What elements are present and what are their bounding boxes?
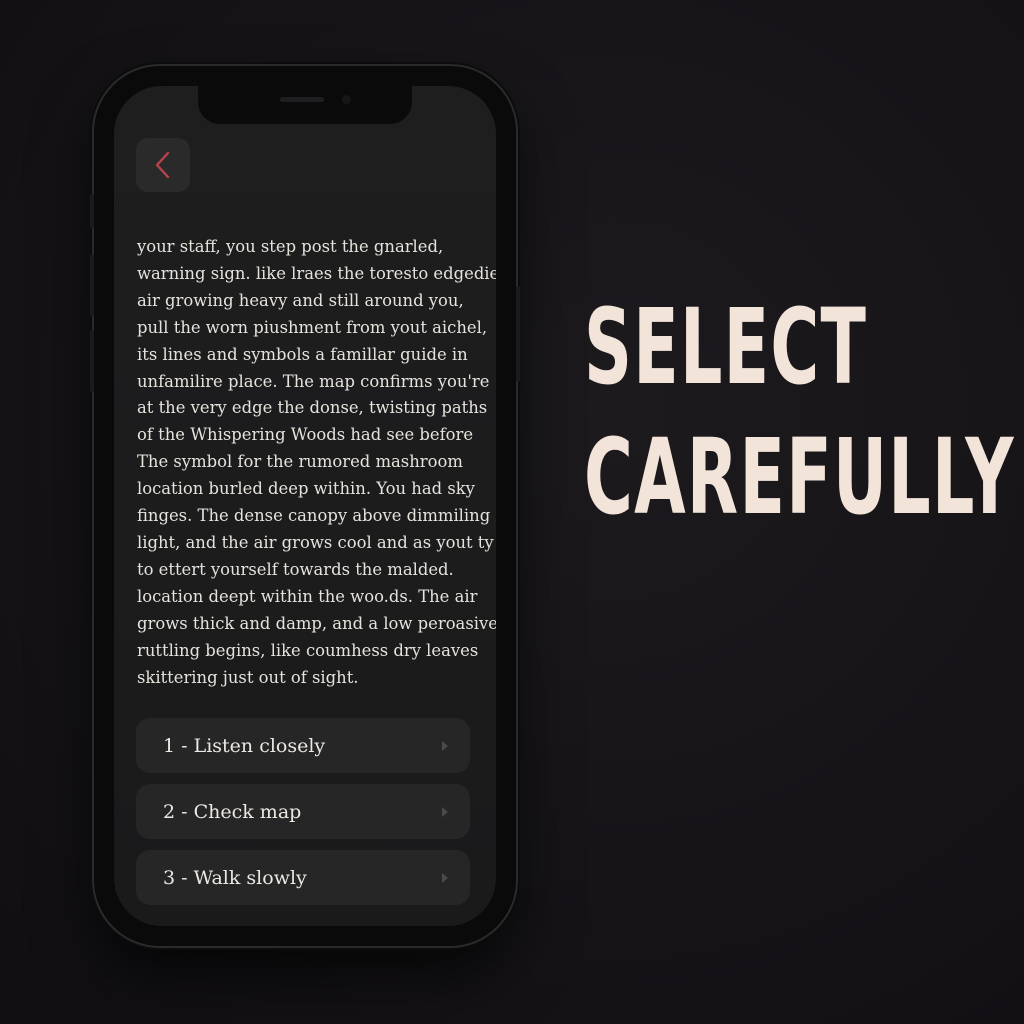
- story-line: unfamilire place. The map confirms you'r…: [137, 371, 490, 391]
- chevron-left-icon: [155, 151, 170, 179]
- choice-walk-slowly[interactable]: 3 - Walk slowly: [136, 850, 470, 905]
- play-arrow-icon: [442, 740, 448, 751]
- headline: SELECT CAREFULLY: [584, 282, 1015, 542]
- speaker-grille: [280, 97, 324, 102]
- story-line: location burled deep within. You had sky: [137, 479, 475, 499]
- power-button: [516, 286, 520, 382]
- choice-label: 3 - Walk slowly: [163, 866, 307, 889]
- choice-label: 2 - Check map: [163, 800, 302, 823]
- volume-down-button: [90, 330, 94, 392]
- story-line: finges. The dense canopy above dimmiling: [137, 506, 491, 526]
- story-line: ruttling begins, like coumhess dry leave…: [137, 640, 479, 660]
- headline-line-2: CAREFULLY: [584, 416, 1015, 538]
- story-line: pull the worn piushment from yout aichel…: [137, 317, 488, 337]
- choice-list: 1 - Listen closely 2 - Check map 3 - Wal…: [136, 718, 470, 916]
- story-line: of the Whispering Woods had see before: [137, 425, 474, 445]
- story-line: to ettert yourself towards the malded.: [137, 559, 454, 579]
- story-line: your staff, you step post the gnarled,: [137, 237, 444, 256]
- story-line: light, and the air grows cool and as you…: [137, 532, 494, 552]
- play-arrow-icon: [442, 806, 448, 817]
- front-camera: [342, 95, 351, 104]
- volume-up-button: [90, 254, 94, 316]
- choice-check-map[interactable]: 2 - Check map: [136, 784, 470, 839]
- silent-switch: [90, 194, 94, 228]
- story-line: The symbol for the rumored mashroom: [137, 452, 463, 472]
- story-line: air growing heavy and still around you,: [137, 290, 464, 310]
- play-arrow-icon: [442, 872, 448, 883]
- phone-screen: your staff, you step post the gnarled, w…: [114, 86, 496, 926]
- choice-listen-closely[interactable]: 1 - Listen closely: [136, 718, 470, 773]
- notch: [198, 86, 412, 124]
- story-line: warning sign. like lraes the toresto edg…: [137, 263, 496, 283]
- story-line: its lines and symbols a famillar guide i…: [137, 344, 468, 364]
- choice-label: 1 - Listen closely: [163, 734, 326, 757]
- story-line: location deept within the woo.ds. The ai…: [137, 586, 478, 606]
- phone-frame: your staff, you step post the gnarled, w…: [90, 66, 520, 946]
- headline-line-1: SELECT: [584, 286, 868, 408]
- back-button[interactable]: [136, 138, 190, 192]
- story-text: your staff, you step post the gnarled, w…: [137, 234, 496, 691]
- story-line: grows thick and damp, and a low peroasiv…: [137, 613, 496, 633]
- story-line: skittering just out of sight.: [137, 667, 359, 687]
- story-line: at the very edge the donse, twisting pat…: [137, 398, 488, 418]
